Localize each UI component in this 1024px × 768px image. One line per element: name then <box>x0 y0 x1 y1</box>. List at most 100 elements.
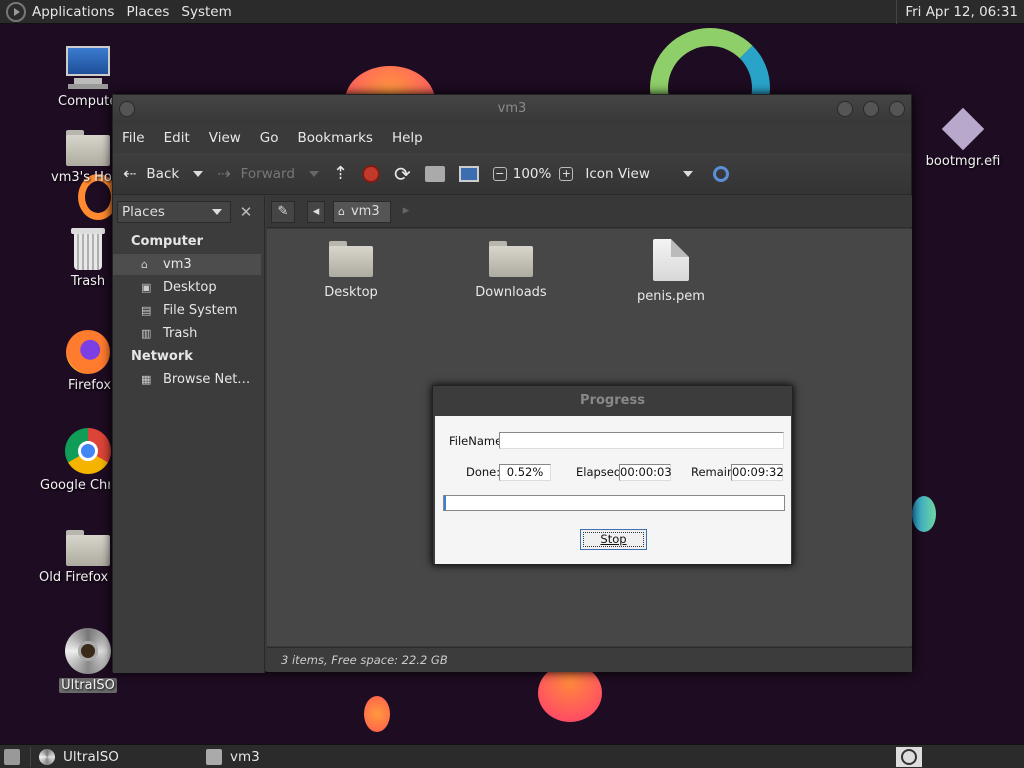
file-item-downloads[interactable]: Downloads <box>456 241 566 300</box>
clock[interactable]: Fri Apr 12, 06:31 <box>896 0 1018 24</box>
elapsed-label: Elapsed: <box>576 465 626 479</box>
path-right-button[interactable]: ▸ <box>397 201 415 223</box>
edit-icon: ✎ <box>277 204 289 219</box>
decor-blob-orange-small <box>364 696 390 732</box>
search-button[interactable] <box>713 165 730 182</box>
desktop-icon-bootmgr[interactable]: bootmgr.efi <box>918 107 1008 169</box>
desktop-icon-label: Google Chrome <box>40 478 110 493</box>
forward-history-dropdown[interactable] <box>308 170 319 177</box>
sidebar-item-desktop[interactable]: ▣ Desktop <box>113 277 261 298</box>
show-desktop-button[interactable] <box>4 747 28 767</box>
filename-field <box>499 432 784 449</box>
close-icon: ✕ <box>239 203 253 221</box>
sidebar-item-trash[interactable]: ▥ Trash <box>113 323 261 344</box>
file-item-penis-pem[interactable]: penis.pem <box>616 239 726 304</box>
progress-dialog: Progress FileName: Done: 0.52% Elapsed: … <box>432 385 793 565</box>
stop-button[interactable] <box>361 164 380 183</box>
sidebar-item-label: Trash <box>163 326 198 341</box>
view-mode-select[interactable]: Icon View <box>585 165 694 182</box>
workspace-switcher[interactable] <box>896 747 922 767</box>
zoom-level[interactable]: 100% <box>513 166 552 182</box>
sidebar-item-label: Desktop <box>163 280 217 295</box>
zoom-out-button[interactable]: − <box>492 166 507 181</box>
computer-icon <box>458 165 479 182</box>
path-segment-label: vm3 <box>350 204 380 219</box>
up-arrow-icon: ⇡ <box>332 163 348 184</box>
sidebar-selector[interactable]: Places <box>117 201 231 223</box>
window-titlebar[interactable]: vm3 <box>113 95 911 123</box>
drive-icon: ▤ <box>141 304 152 317</box>
view-mode-label: Icon View <box>585 165 650 182</box>
progress-bar <box>443 495 785 511</box>
folder-icon <box>489 241 533 277</box>
sidebar: Places ✕ Computer ⌂ vm3 ▣ Desktop ▤ File Sy… <box>113 196 265 673</box>
maximize-button[interactable] <box>863 101 879 117</box>
zoom-in-icon: + <box>559 166 574 181</box>
sidebar-item-browse-network[interactable]: ▦ Browse Net… <box>113 369 261 390</box>
home-folder-icon <box>66 130 110 166</box>
sidebar-item-file-system[interactable]: ▤ File System <box>113 300 261 321</box>
dialog-title[interactable]: Progress <box>433 386 792 414</box>
menu-edit[interactable]: Edit <box>164 130 190 146</box>
zoom-out-icon: − <box>492 166 507 181</box>
location-bar: ✎ ◂ ⌂ vm3 ▸ <box>267 196 912 228</box>
up-button[interactable]: ⇡ <box>333 163 348 184</box>
desktop-folder-icon: ▣ <box>141 281 152 294</box>
chevron-right-icon: ▸ <box>402 203 410 218</box>
menu-file[interactable]: File <box>122 130 145 146</box>
reload-button[interactable]: ⟳ <box>394 162 411 186</box>
menu-applications[interactable]: Applications <box>26 4 120 20</box>
remain-value: 00:09:32 <box>731 464 784 481</box>
close-sidebar-button[interactable]: ✕ <box>235 201 257 223</box>
chrome-icon <box>65 428 111 474</box>
desktop-icon-label: bootmgr.efi <box>925 154 1001 169</box>
toolbar: ⇠ Back ⇢ Forward ⇡ ⟳ − 100% + Icon View <box>113 153 911 195</box>
desktop-icon-label: UltraISO <box>59 678 117 693</box>
taskbar-item-label: vm3 <box>230 749 260 765</box>
sidebar-selector-label: Places <box>122 204 165 220</box>
home-folder-icon: ⌂ <box>338 205 345 218</box>
close-button[interactable] <box>889 101 905 117</box>
back-arrow-icon: ⇠ <box>123 164 137 183</box>
toggle-location-entry-button[interactable]: ✎ <box>271 201 295 223</box>
home-button[interactable] <box>424 165 445 182</box>
minimize-button[interactable] <box>837 101 853 117</box>
path-segment-vm3[interactable]: ⌂ vm3 <box>333 201 391 223</box>
zoom-in-button[interactable]: + <box>559 166 574 181</box>
chevron-down-icon <box>683 170 694 177</box>
computer-button[interactable] <box>458 165 479 182</box>
folder-icon <box>66 530 110 566</box>
back-button[interactable]: ⇠ Back <box>123 164 179 183</box>
stop-button[interactable]: Stop <box>580 529 647 550</box>
desktop-icon-label: Old Firefox Data <box>39 570 109 585</box>
menu-go[interactable]: Go <box>260 130 279 146</box>
menu-bookmarks[interactable]: Bookmarks <box>298 130 373 146</box>
forward-button[interactable]: ⇢ Forward <box>217 164 295 183</box>
elapsed-value: 00:00:03 <box>619 464 672 481</box>
stop-icon <box>361 164 380 183</box>
sidebar-item-label: Browse Net… <box>163 372 251 387</box>
menu-system[interactable]: System <box>175 4 237 20</box>
sidebar-heading-computer: Computer <box>131 234 204 249</box>
taskbar-item-label: UltraISO <box>63 749 119 765</box>
decor-blob-teal <box>912 496 936 532</box>
menu-view[interactable]: View <box>209 130 241 146</box>
menu-places[interactable]: Places <box>120 4 175 20</box>
path-left-button[interactable]: ◂ <box>307 201 325 223</box>
menu-help[interactable]: Help <box>392 130 423 146</box>
done-label: Done: <box>466 465 501 479</box>
filename-label: FileName: <box>449 434 507 448</box>
back-history-dropdown[interactable] <box>193 170 204 177</box>
forward-label: Forward <box>240 165 295 182</box>
home-folder-icon: ⌂ <box>141 258 148 271</box>
trash-icon <box>71 228 105 270</box>
sidebar-item-vm3[interactable]: ⌂ vm3 <box>113 254 261 275</box>
back-label: Back <box>146 165 180 182</box>
folder-icon <box>329 241 373 277</box>
taskbar-item-vm3[interactable]: vm3 <box>198 747 368 767</box>
done-value: 0.52% <box>499 464 551 481</box>
file-item-desktop[interactable]: Desktop <box>296 241 406 300</box>
distro-logo-icon[interactable] <box>6 1 26 22</box>
reload-icon: ⟳ <box>393 161 411 186</box>
taskbar-item-ultraiso[interactable]: UltraISO <box>30 747 194 767</box>
